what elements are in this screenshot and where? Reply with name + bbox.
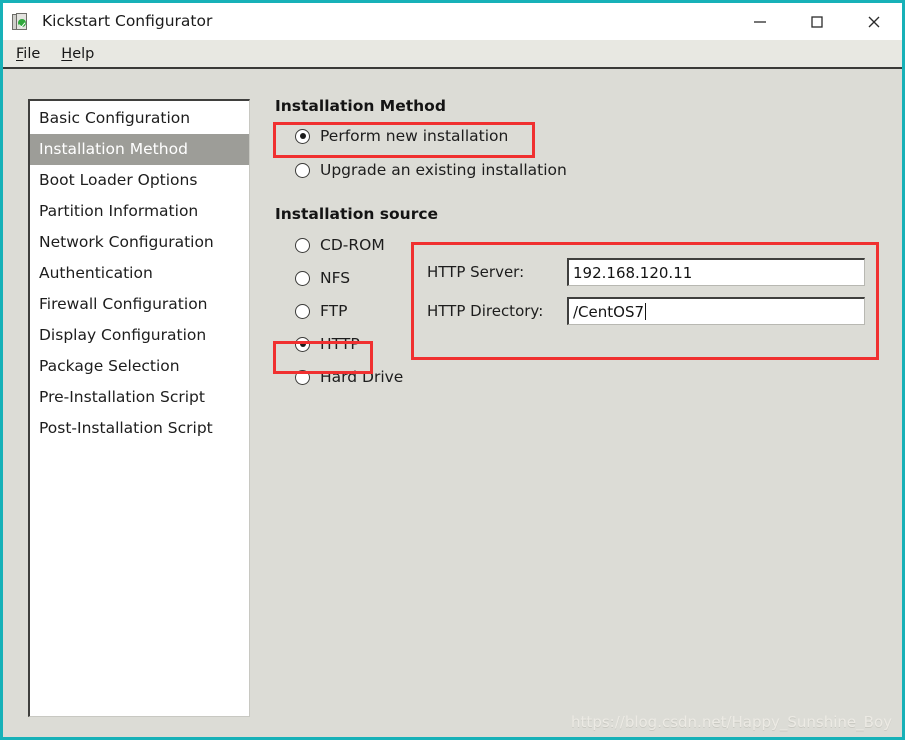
http-directory-row: HTTP Directory: /CentOS7	[427, 296, 865, 326]
http-server-label: HTTP Server:	[427, 263, 525, 281]
minimize-icon	[752, 14, 768, 30]
section-list[interactable]: Basic Configuration Installation Method …	[28, 99, 250, 717]
http-server-input[interactable]: 192.168.120.11	[567, 258, 865, 286]
radio-label-upgrade-existing-installation: Upgrade an existing installation	[320, 161, 567, 179]
window-controls	[731, 3, 902, 40]
sidebar-item-network-configuration[interactable]: Network Configuration	[30, 227, 249, 258]
menu-item-file[interactable]: File	[16, 46, 40, 62]
http-directory-input[interactable]: /CentOS7	[567, 297, 865, 325]
radio-indicator-perform-new-installation[interactable]	[295, 128, 310, 144]
radio-indicator-upgrade-existing-installation[interactable]	[295, 162, 310, 178]
installation-source-heading: Installation source	[275, 205, 439, 223]
radio-label-http: HTTP	[320, 335, 360, 353]
sidebar-item-authentication[interactable]: Authentication	[30, 258, 249, 289]
sidebar-item-basic-configuration[interactable]: Basic Configuration	[30, 103, 249, 134]
menu-item-help[interactable]: Help	[61, 46, 94, 62]
radio-label-nfs: NFS	[320, 269, 351, 287]
maximize-icon	[809, 14, 825, 30]
radio-indicator-hard-drive[interactable]	[295, 369, 310, 385]
settings-panel: Installation Method Perform new installa…	[273, 97, 890, 727]
sidebar-item-boot-loader-options[interactable]: Boot Loader Options	[30, 165, 249, 196]
installation-method-heading: Installation Method	[275, 97, 446, 115]
menu-bar: File Help	[3, 40, 902, 69]
sidebar-item-display-configuration[interactable]: Display Configuration	[30, 320, 249, 351]
radio-upgrade-existing-installation[interactable]: Upgrade an existing installation	[295, 157, 890, 183]
sidebar-item-pre-installation-script[interactable]: Pre-Installation Script	[30, 382, 249, 413]
sidebar-item-firewall-configuration[interactable]: Firewall Configuration	[30, 289, 249, 320]
radio-perform-new-installation[interactable]: Perform new installation	[295, 123, 890, 149]
text-cursor	[645, 303, 647, 320]
sidebar-item-partition-information[interactable]: Partition Information	[30, 196, 249, 227]
radio-source-hard-drive[interactable]: Hard Drive	[295, 364, 890, 390]
title-bar: Kickstart Configurator	[3, 3, 902, 40]
radio-indicator-cdrom[interactable]	[295, 237, 310, 253]
title-bar-left: Kickstart Configurator	[3, 12, 212, 32]
radio-indicator-nfs[interactable]	[295, 270, 310, 286]
maximize-button[interactable]	[788, 3, 845, 40]
minimize-button[interactable]	[731, 3, 788, 40]
http-directory-label: HTTP Directory:	[427, 302, 544, 320]
application-window: Kickstart Configurator File Help Basic C…	[0, 0, 905, 740]
menu-help-mnemonic: H	[61, 45, 73, 62]
radio-label-hard-drive: Hard Drive	[320, 368, 404, 386]
http-server-row: HTTP Server: 192.168.120.11	[427, 257, 865, 287]
http-server-value: 192.168.120.11	[573, 263, 693, 282]
radio-label-perform-new-installation: Perform new installation	[320, 127, 509, 145]
close-icon	[866, 14, 882, 30]
content-area: Basic Configuration Installation Method …	[3, 69, 902, 737]
radio-source-cdrom[interactable]: CD-ROM	[295, 232, 890, 258]
radio-label-ftp: FTP	[320, 302, 348, 320]
radio-indicator-ftp[interactable]	[295, 303, 310, 319]
window-title: Kickstart Configurator	[42, 11, 213, 30]
sidebar-item-installation-method[interactable]: Installation Method	[30, 134, 249, 165]
sidebar-item-package-selection[interactable]: Package Selection	[30, 351, 249, 382]
sidebar-item-post-installation-script[interactable]: Post-Installation Script	[30, 413, 249, 444]
http-directory-value: /CentOS7	[573, 302, 645, 321]
kickstart-app-icon	[12, 12, 32, 32]
radio-label-cdrom: CD-ROM	[320, 236, 385, 254]
http-settings-group: HTTP Server: 192.168.120.11 HTTP Directo…	[427, 257, 865, 335]
menu-help-rest: elp	[72, 45, 95, 62]
menu-file-rest: ile	[23, 45, 41, 62]
radio-indicator-http[interactable]	[295, 336, 310, 352]
close-button[interactable]	[845, 3, 902, 40]
